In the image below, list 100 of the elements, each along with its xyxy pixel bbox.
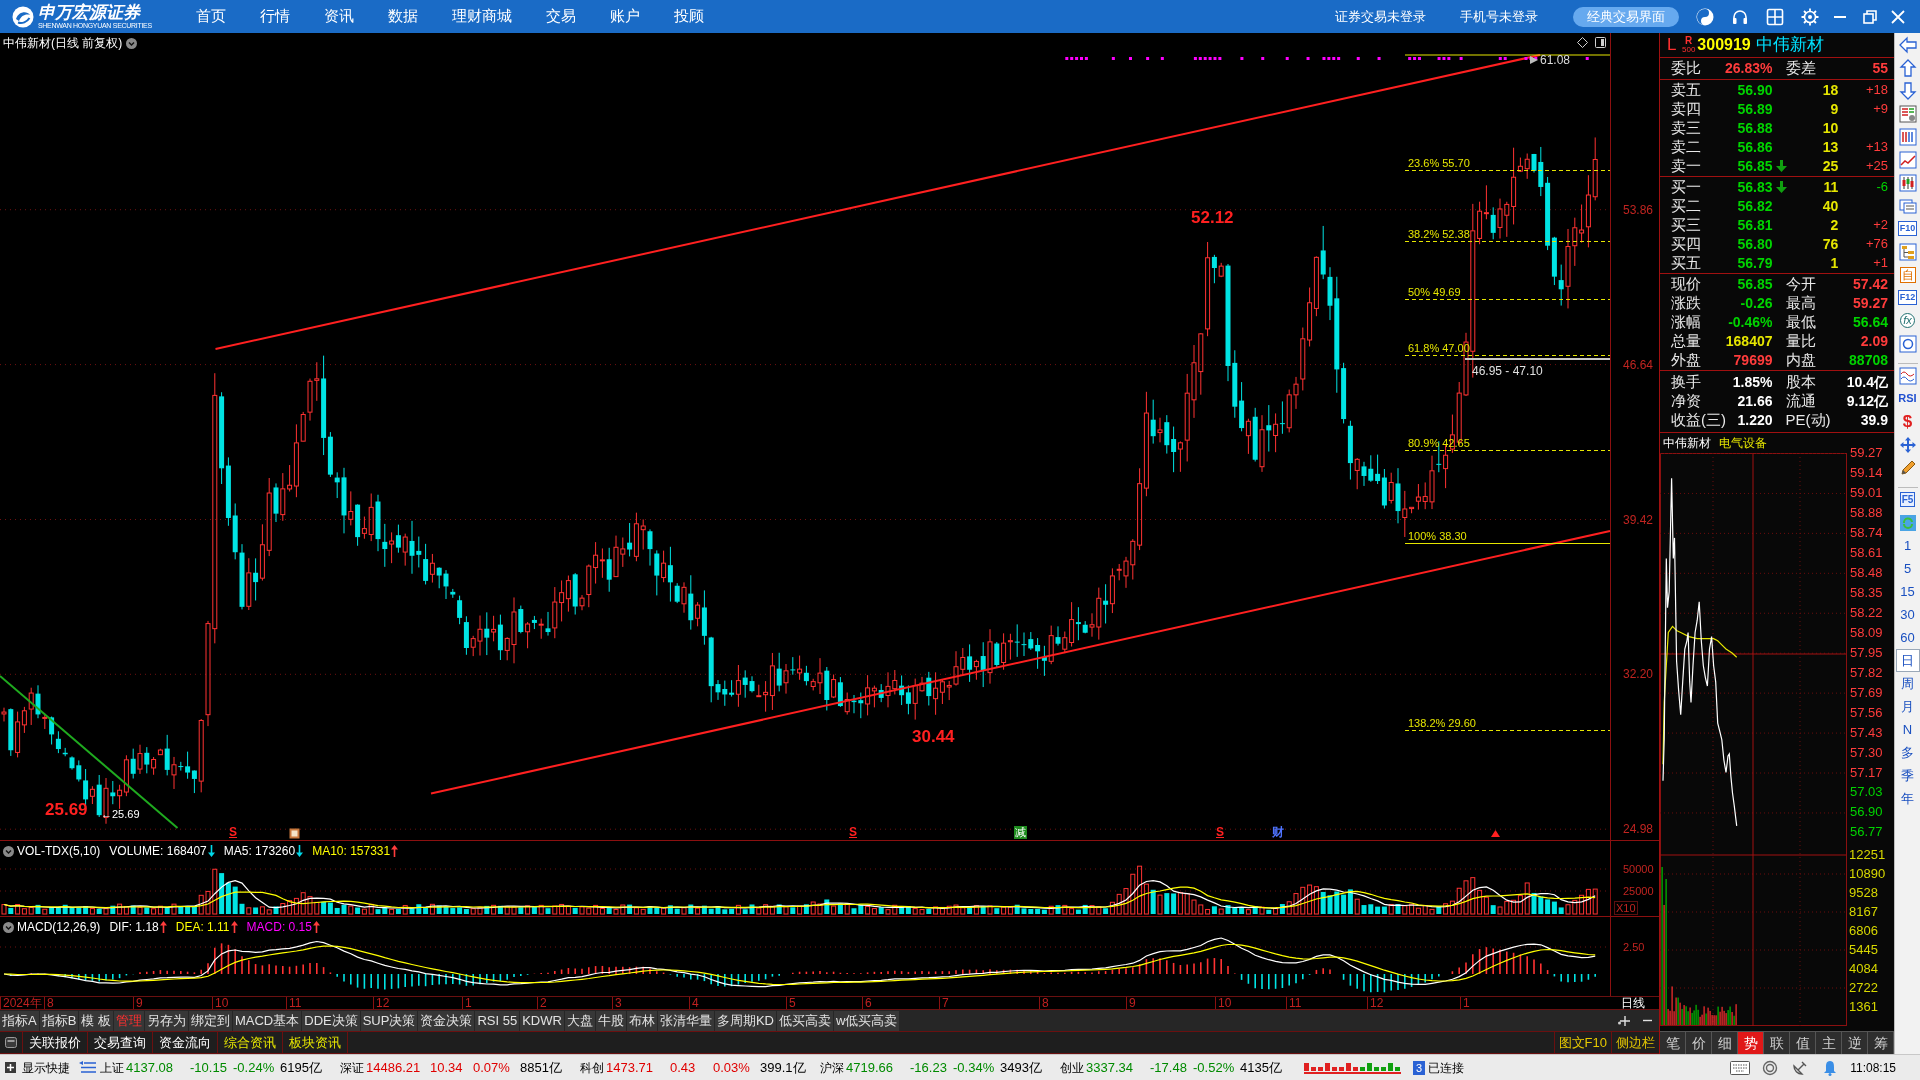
wave-chart-icon[interactable] — [1898, 366, 1917, 385]
tool-button[interactable]: F10 — [1897, 221, 1918, 236]
period-button[interactable]: 月 — [1895, 695, 1920, 718]
detail-tab[interactable]: 值 — [1790, 1032, 1816, 1054]
tool-button[interactable]: fx — [1900, 313, 1915, 328]
headphones-icon[interactable] — [1731, 7, 1749, 26]
diamond-icon[interactable] — [1577, 37, 1588, 48]
candlestick-icon[interactable] — [1898, 173, 1917, 192]
detail-tab[interactable]: 势 — [1738, 1032, 1764, 1054]
period-button[interactable]: N — [1895, 718, 1920, 741]
detail-tab[interactable]: 笔 — [1660, 1032, 1686, 1054]
detail-tab[interactable]: 价 — [1686, 1032, 1712, 1054]
menu-item[interactable]: 账户 — [593, 0, 657, 33]
indicator-tab[interactable]: RSI 55 — [475, 1011, 520, 1031]
period-button[interactable]: 5 — [1895, 557, 1920, 580]
detail-tab[interactable]: 主 — [1816, 1032, 1842, 1054]
grid-icon[interactable] — [1766, 7, 1784, 26]
period-button[interactable]: 60 — [1895, 626, 1920, 649]
quote-value: 55 — [1872, 59, 1888, 78]
order-level-label: 买五 — [1671, 252, 1702, 273]
chevron-circle-icon[interactable] — [3, 921, 14, 933]
tool-button[interactable]: F12 — [1897, 290, 1918, 305]
info-tab[interactable]: 综合资讯 — [218, 1032, 283, 1053]
menu-item[interactable]: 数据 — [371, 0, 435, 33]
indicator-tab[interactable]: KDWR — [520, 1011, 564, 1031]
yin-yang-icon[interactable] — [1696, 7, 1714, 26]
info-tab[interactable]: 交易查询 — [88, 1032, 153, 1053]
indicator-tab[interactable]: SUP决策 — [360, 1011, 418, 1031]
menu-item[interactable]: 首页 — [179, 0, 243, 33]
target-icon[interactable] — [1762, 1059, 1779, 1076]
left-arrow-icon[interactable] — [1898, 35, 1917, 54]
indicator-tab[interactable]: 指标A — [0, 1011, 39, 1031]
indicator-tab[interactable]: 模 板 — [79, 1011, 113, 1031]
chevron-circle-icon[interactable] — [3, 845, 14, 857]
restore-icon[interactable] — [1863, 9, 1877, 24]
satellite-dish-icon[interactable] — [1792, 1059, 1809, 1076]
info-tab[interactable]: 板块资讯 — [283, 1032, 348, 1053]
plus-box-icon[interactable] — [5, 1062, 16, 1073]
date-axis-label: 12 — [1367, 997, 1384, 1009]
period-button[interactable]: 15 — [1895, 580, 1920, 603]
move-arrows-icon[interactable] — [1898, 435, 1917, 454]
tool-button[interactable]: RSI — [1898, 392, 1917, 405]
intraday-volume-label: 12251 — [1849, 848, 1886, 862]
tool-button[interactable]: $ — [1902, 412, 1913, 431]
indicator-tab[interactable]: 另存为 — [144, 1011, 188, 1031]
bell-icon[interactable] — [1822, 1059, 1839, 1076]
keyboard-icon[interactable] — [1730, 1060, 1751, 1075]
info-tab[interactable]: 资金流向 — [153, 1032, 218, 1053]
report-list-icon[interactable] — [1898, 104, 1917, 123]
menu-item[interactable]: 行情 — [243, 0, 307, 33]
menu-item[interactable]: 资讯 — [307, 0, 371, 33]
menu-item[interactable]: 交易 — [529, 0, 593, 33]
connection-count: 3 — [1413, 1060, 1426, 1075]
menu-item[interactable]: 理财商城 — [435, 0, 529, 33]
menu-item[interactable]: 投顾 — [657, 0, 721, 33]
side-link[interactable]: 图文F10 — [1553, 1032, 1611, 1053]
indicator-tab[interactable]: w低买高卖 — [833, 1011, 900, 1031]
period-button[interactable]: 30 — [1895, 603, 1920, 626]
indicator-tab[interactable]: 大盘 — [564, 1011, 595, 1031]
down-arrow-icon[interactable] — [1898, 81, 1917, 100]
indicator-tab[interactable]: DDE决策 — [302, 1011, 360, 1031]
quote-label: 现价 — [1671, 273, 1701, 294]
period-button[interactable]: 季 — [1895, 764, 1920, 787]
detail-tab[interactable]: 筹 — [1868, 1032, 1894, 1054]
indicator-tab[interactable]: 牛股 — [595, 1011, 626, 1031]
pencil-icon[interactable] — [1898, 458, 1917, 477]
info-tab[interactable]: 关联报价 — [23, 1032, 88, 1053]
settings-icon[interactable] — [1801, 7, 1819, 26]
period-button[interactable]: 多 — [1895, 741, 1920, 764]
list-arrow-icon[interactable] — [79, 1061, 96, 1074]
tool-button[interactable]: F5 — [1899, 492, 1916, 507]
period-button[interactable]: 1 — [1895, 534, 1920, 557]
indicator-tab[interactable]: 绑定到 — [188, 1011, 232, 1031]
tree-icon[interactable] — [1898, 242, 1917, 261]
period-button[interactable]: 日 — [1895, 649, 1920, 672]
period-button[interactable]: 年 — [1895, 787, 1920, 810]
square-icon[interactable] — [5, 1037, 17, 1048]
line-chart-icon[interactable] — [1898, 150, 1917, 169]
stacked-windows-icon[interactable] — [1898, 196, 1917, 215]
quote-value: 168407 — [1725, 331, 1773, 351]
detail-tab[interactable]: 联 — [1764, 1032, 1790, 1054]
login-status-link[interactable]: 证券交易未登录 — [1335, 6, 1426, 27]
plus-icon[interactable] — [1618, 1014, 1630, 1026]
login-status-link[interactable]: 手机号未登录 — [1460, 6, 1538, 27]
indicator-tab[interactable]: 布林 — [626, 1011, 657, 1031]
indicator-tab[interactable]: 低买高卖 — [776, 1011, 833, 1031]
up-arrow-icon[interactable] — [1898, 58, 1917, 77]
table-icon[interactable] — [1898, 127, 1917, 146]
close-icon[interactable] — [1891, 9, 1905, 24]
panel-icon[interactable] — [1595, 37, 1606, 48]
indicator-tab[interactable]: 指标B — [39, 1011, 79, 1031]
detail-tab[interactable]: 逆 — [1842, 1032, 1868, 1054]
indicator-tab[interactable]: 资金决策 — [418, 1011, 475, 1031]
period-button[interactable]: 周 — [1895, 672, 1920, 695]
detail-tab[interactable]: 细 — [1712, 1032, 1738, 1054]
chevron-circle-icon[interactable] — [126, 37, 138, 49]
indicator-tab[interactable]: MACD基本 — [232, 1011, 302, 1031]
indicator-tab[interactable]: 多周期KD — [714, 1011, 776, 1031]
shortcut-toggle[interactable]: 显示快捷 — [22, 1058, 70, 1077]
indicator-tab[interactable]: 张清华量 — [657, 1011, 714, 1031]
